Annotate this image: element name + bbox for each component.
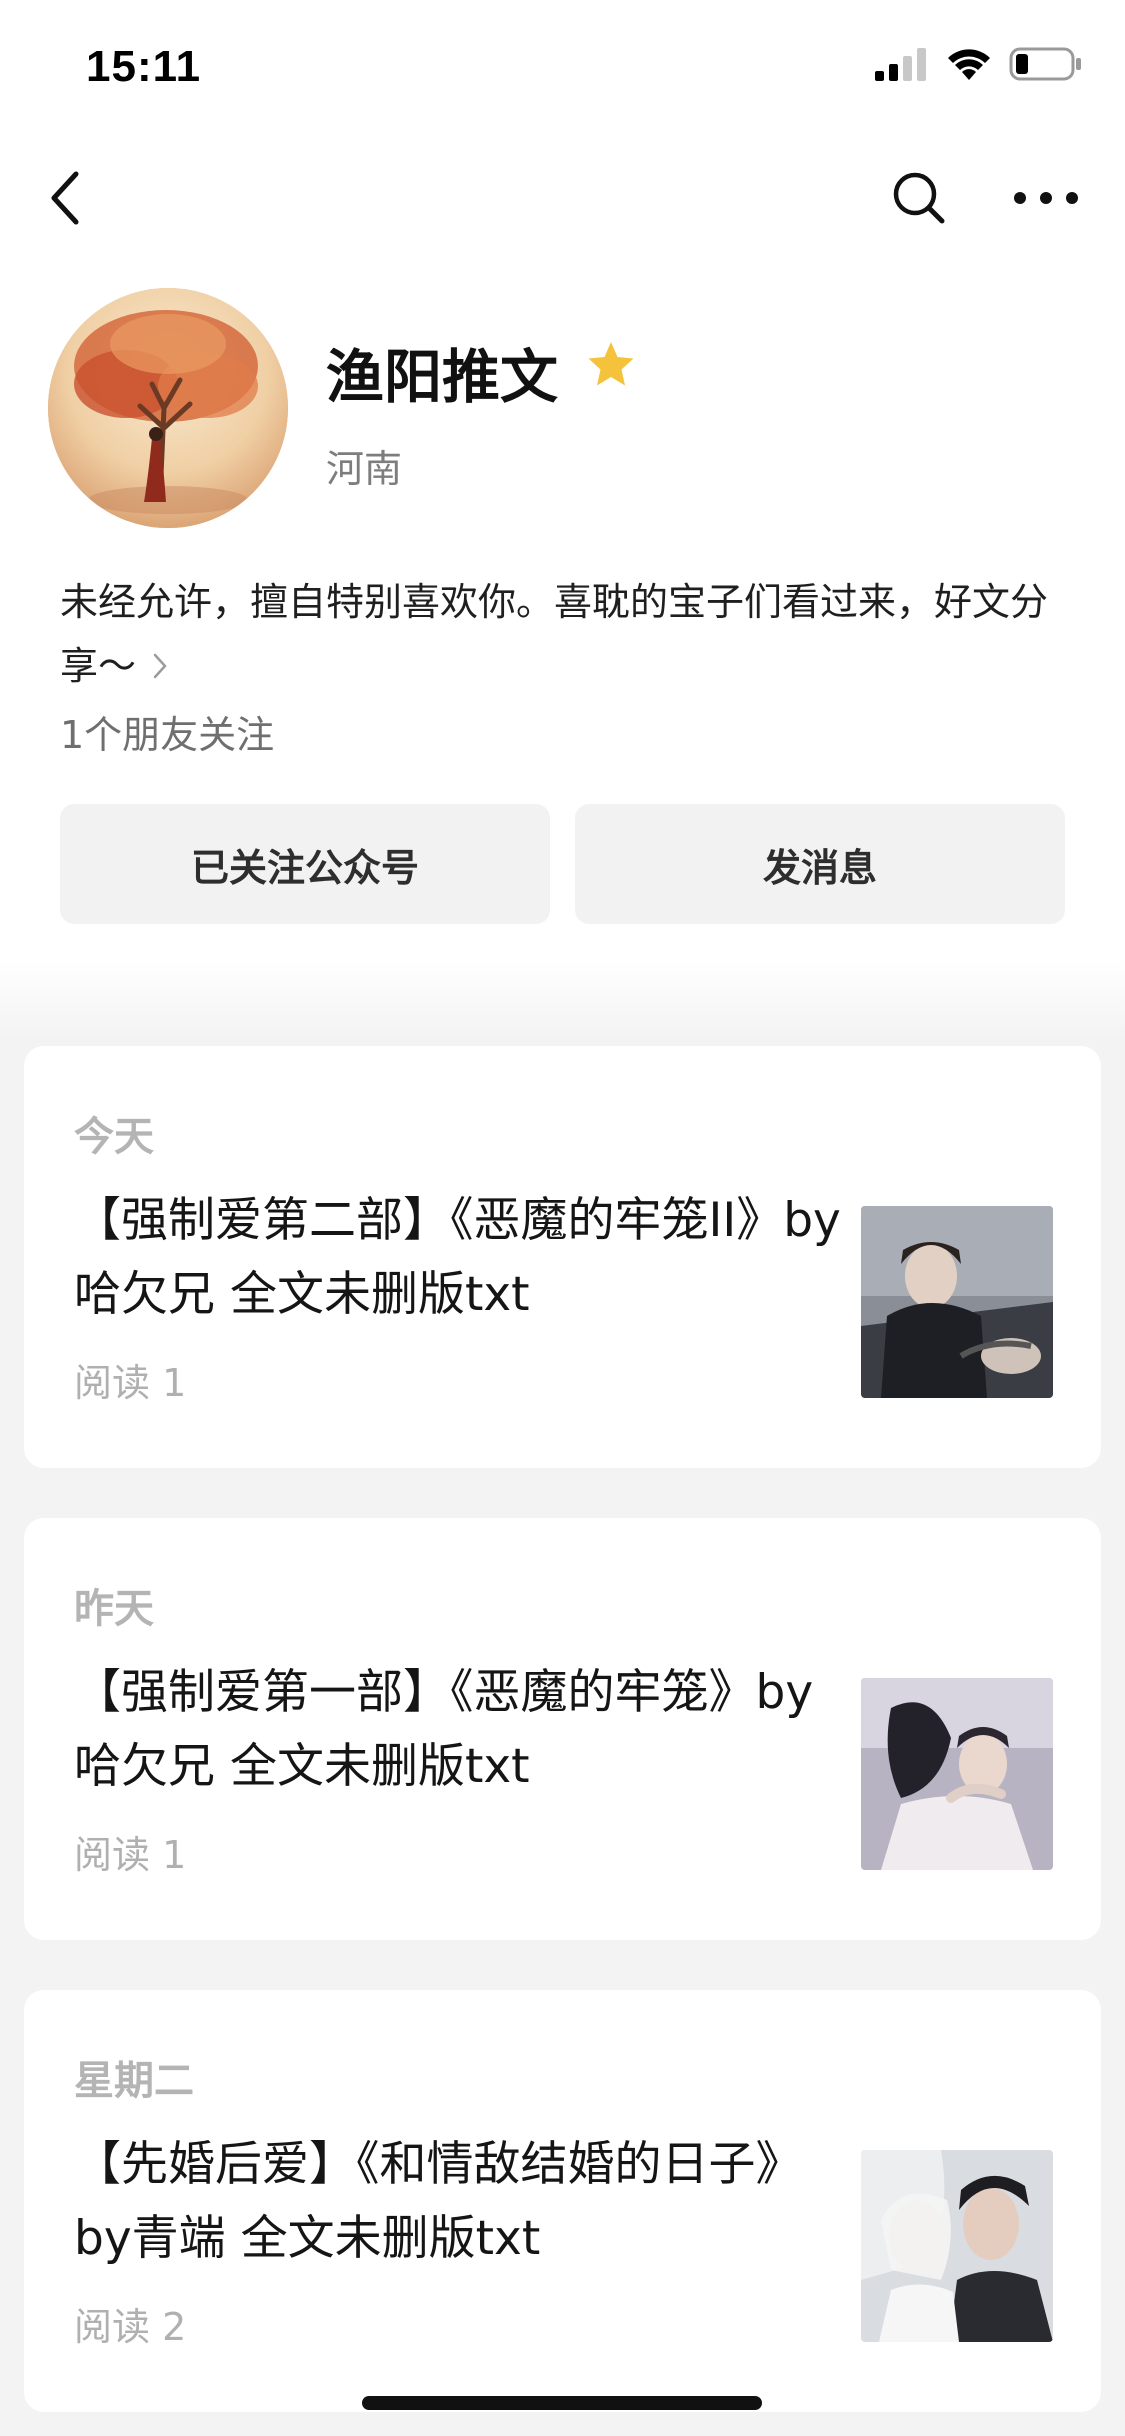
article-card[interactable]: 星期二 【先婚后爱】《和情敌结婚的日子》by青端 全文未删版txt 阅读 2 (24, 1990, 1101, 2412)
article-date: 今天 (74, 1114, 154, 1160)
avatar[interactable] (48, 288, 288, 528)
search-icon (893, 172, 945, 224)
status-bar: 15:11 (0, 0, 1125, 140)
article-card[interactable]: 昨天 【强制爱第一部】《恶魔的牢笼》by哈欠兄 全文未删版txt 阅读 1 (24, 1518, 1101, 1940)
status-time: 15:11 (86, 42, 202, 91)
article-read-count: 阅读 1 (74, 1361, 187, 1405)
followed-account-button[interactable]: 已关注公众号 (60, 804, 550, 924)
article-read-count: 阅读 1 (74, 1833, 187, 1877)
back-button[interactable] (44, 168, 88, 228)
avatar-image (48, 288, 288, 528)
battery-icon (1009, 47, 1081, 81)
more-button[interactable] (1008, 180, 1084, 216)
article-title[interactable]: 【强制爱第一部】《恶魔的牢笼》by哈欠兄 全文未删版txt (74, 1656, 844, 1804)
article-cover-image (861, 1678, 1053, 1870)
home-indicator (362, 2396, 762, 2410)
more-icon (1014, 192, 1078, 204)
article-thumbnail[interactable] (861, 2150, 1053, 2342)
description-text: 未经允许，擅自特别喜欢你。喜耽的宝子们看过来，好文分享～ (60, 580, 1049, 688)
article-read-count: 阅读 2 (74, 2305, 187, 2349)
article-thumbnail[interactable] (861, 1678, 1053, 1870)
chevron-right-icon (153, 653, 167, 679)
article-date: 星期二 (74, 2058, 194, 2104)
article-card[interactable]: 今天 【强制爱第二部】《恶魔的牢笼II》by哈欠兄 全文未删版txt 阅读 1 (24, 1046, 1101, 1468)
wifi-icon (948, 49, 990, 80)
article-cover-image (861, 1206, 1053, 1398)
cellular-signal-icon (875, 48, 926, 81)
article-thumbnail[interactable] (861, 1206, 1053, 1398)
account-region: 河南 (326, 447, 403, 491)
star-icon (588, 342, 634, 386)
search-button[interactable] (890, 168, 948, 228)
chevron-left-icon (51, 171, 79, 225)
article-title[interactable]: 【强制爱第二部】《恶魔的牢笼II》by哈欠兄 全文未删版txt (74, 1184, 844, 1332)
article-title[interactable]: 【先婚后爱】《和情敌结婚的日子》by青端 全文未删版txt (74, 2128, 844, 2276)
account-description[interactable]: 未经允许，擅自特别喜欢你。喜耽的宝子们看过来，好文分享～ (60, 570, 1070, 698)
status-icons (873, 46, 1083, 82)
account-name: 渔阳推文 (326, 343, 559, 411)
send-message-button[interactable]: 发消息 (575, 804, 1065, 924)
friends-follow-count[interactable]: 1个朋友关注 (60, 704, 274, 759)
article-cover-image (861, 2150, 1053, 2342)
article-date: 昨天 (74, 1586, 154, 1632)
